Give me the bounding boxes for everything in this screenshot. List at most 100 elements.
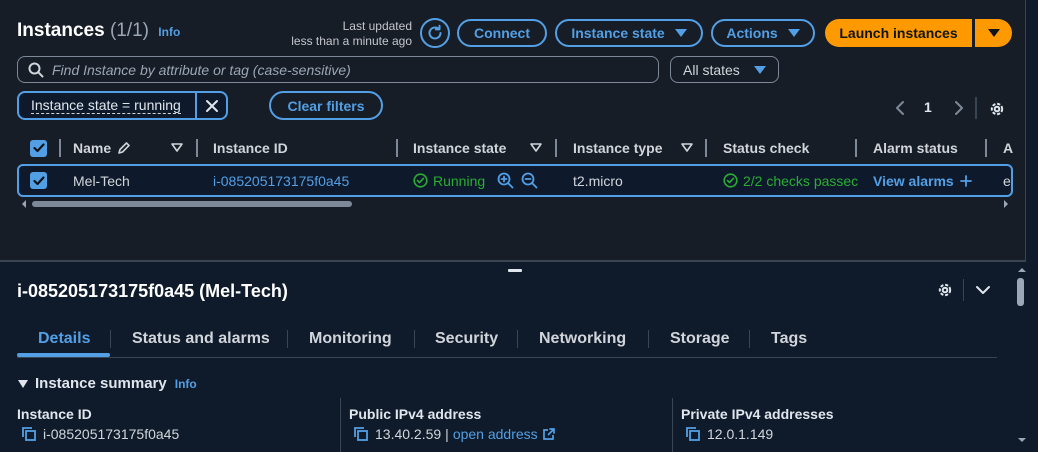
horizontal-scrollbar[interactable] <box>17 199 1013 209</box>
sort-name-icon[interactable] <box>171 143 183 152</box>
table-header: Name Instance ID Instance state Instance… <box>17 133 1013 163</box>
search-input[interactable]: Find Instance by attribute or tag (case-… <box>17 56 659 83</box>
copy-icon[interactable] <box>353 426 369 442</box>
public-ip-separator: | <box>445 426 449 442</box>
instance-state-label: Instance state <box>571 25 665 41</box>
view-alarms-label: View alarms <box>873 172 954 189</box>
instance-id-label: Instance ID <box>17 406 92 422</box>
copy-icon[interactable] <box>685 426 701 442</box>
checkbox-checked <box>30 172 47 189</box>
row-checkbox[interactable] <box>30 166 47 195</box>
states-select[interactable]: All states <box>670 56 779 83</box>
info-link[interactable]: Info <box>175 377 197 391</box>
launch-instances-button[interactable]: Launch instances <box>825 19 972 47</box>
actions-button[interactable]: Actions <box>711 19 815 47</box>
tab-storage[interactable]: Storage <box>670 330 730 348</box>
scrollbar-thumb[interactable] <box>1017 278 1024 306</box>
table-settings-button[interactable] <box>988 100 1006 118</box>
sort-state-icon[interactable] <box>530 143 542 152</box>
col-header-alarm-status-label: Alarm status <box>873 140 958 156</box>
tab-networking[interactable]: Networking <box>539 330 626 348</box>
zoom-in-icon <box>497 172 514 189</box>
col-header-instance-id[interactable]: Instance ID <box>213 133 288 163</box>
connect-button[interactable]: Connect <box>457 19 547 47</box>
pencil-icon <box>118 142 130 154</box>
chevron-down-icon <box>976 286 990 294</box>
status-label: 2/2 checks passec <box>743 172 859 189</box>
column-divider <box>59 139 61 157</box>
col-header-alarm-status[interactable]: Alarm status <box>873 133 958 163</box>
tab-divider <box>648 330 649 348</box>
private-ip-value: 12.0.1.149 <box>685 426 773 442</box>
checkbox-checked <box>30 139 47 157</box>
scroll-up-icon[interactable] <box>1017 266 1027 274</box>
tab-divider <box>517 330 518 348</box>
scroll-left-icon[interactable] <box>20 199 28 209</box>
resize-handle-icon[interactable] <box>508 269 522 272</box>
refresh-button[interactable] <box>420 18 450 48</box>
next-page-button[interactable] <box>951 100 965 116</box>
col-header-instance-type[interactable]: Instance type <box>573 133 662 163</box>
details-tabs: Details Status and alarms Monitoring Sec… <box>17 324 997 358</box>
col-header-status-check[interactable]: Status check <box>723 133 809 163</box>
col-header-instance-id-label: Instance ID <box>213 140 288 156</box>
instance-summary-title: Instance summary <box>35 375 167 392</box>
cell-instance-id[interactable]: i-085205173175f0a45 <box>213 166 349 195</box>
view-alarms-link[interactable]: View alarms <box>873 166 972 195</box>
panel-divider[interactable] <box>0 260 1026 262</box>
cell-instance-type: t2.micro <box>573 172 623 189</box>
filter-token-label: Instance state = running <box>19 93 197 118</box>
info-link[interactable]: Info <box>158 25 180 39</box>
tab-details[interactable]: Details <box>38 330 90 348</box>
tab-security[interactable]: Security <box>435 330 498 348</box>
col-header-instance-type-label: Instance type <box>573 140 663 156</box>
page-title: Instances (1/1) Info <box>17 20 180 42</box>
scroll-right-icon[interactable] <box>1002 199 1010 209</box>
select-all-checkbox[interactable] <box>30 133 47 163</box>
open-address-link[interactable]: open address <box>453 426 538 442</box>
col-header-next[interactable]: A <box>1003 133 1013 163</box>
scroll-down-icon[interactable] <box>1017 436 1027 444</box>
caret-down-icon <box>987 29 1000 37</box>
remove-filter-button[interactable] <box>197 93 226 118</box>
tab-monitoring[interactable]: Monitoring <box>309 330 392 348</box>
current-page[interactable]: 1 <box>924 99 932 115</box>
instance-state-button[interactable]: Instance state <box>555 19 703 47</box>
details-settings-button[interactable] <box>936 281 954 299</box>
search-placeholder: Find Instance by attribute or tag (case-… <box>52 61 351 78</box>
instance-summary-header[interactable]: Instance summary Info <box>17 375 197 392</box>
cell-name: Mel-Tech <box>73 172 130 189</box>
search-icon <box>28 62 44 77</box>
sort-type-icon[interactable] <box>681 143 693 152</box>
close-icon <box>205 99 218 112</box>
private-ip-label: Private IPv4 addresses <box>681 406 834 422</box>
zoom-out-button[interactable] <box>521 172 538 189</box>
col-header-instance-state[interactable]: Instance state <box>413 133 506 163</box>
last-updated: Last updated less than a minute ago <box>276 19 412 49</box>
clear-filters-button[interactable]: Clear filters <box>269 91 383 120</box>
tab-status-and-alarms[interactable]: Status and alarms <box>132 330 270 348</box>
instance-id-value: i-085205173175f0a45 <box>21 426 179 442</box>
check-icon <box>32 175 45 185</box>
filter-token-text: Instance state = running <box>31 96 181 114</box>
header-divider <box>963 279 964 301</box>
column-divider <box>396 139 398 157</box>
prev-page-button[interactable] <box>894 100 908 116</box>
launch-dropdown-button[interactable] <box>975 19 1012 47</box>
collapse-details-button[interactable] <box>974 283 992 297</box>
copy-icon[interactable] <box>21 426 37 442</box>
instance-count: (1/1) <box>109 20 150 41</box>
table-row[interactable]: Mel-Tech i-085205173175f0a45 Running t2.… <box>17 164 1013 197</box>
plus-icon <box>959 174 972 187</box>
tab-tags[interactable]: Tags <box>771 330 807 348</box>
vertical-scrollbar[interactable] <box>1014 262 1038 452</box>
scrollbar-thumb[interactable] <box>32 201 352 207</box>
gear-icon <box>990 102 1004 116</box>
public-ip-value: 13.40.2.59 | open address <box>353 426 556 442</box>
zoom-in-button[interactable] <box>497 172 514 189</box>
external-link-icon[interactable] <box>542 427 556 441</box>
col-header-status-check-label: Status check <box>723 140 810 156</box>
cell-status-check: 2/2 checks passec <box>723 166 859 195</box>
column-divider <box>855 139 857 157</box>
col-header-name[interactable]: Name <box>73 133 131 163</box>
